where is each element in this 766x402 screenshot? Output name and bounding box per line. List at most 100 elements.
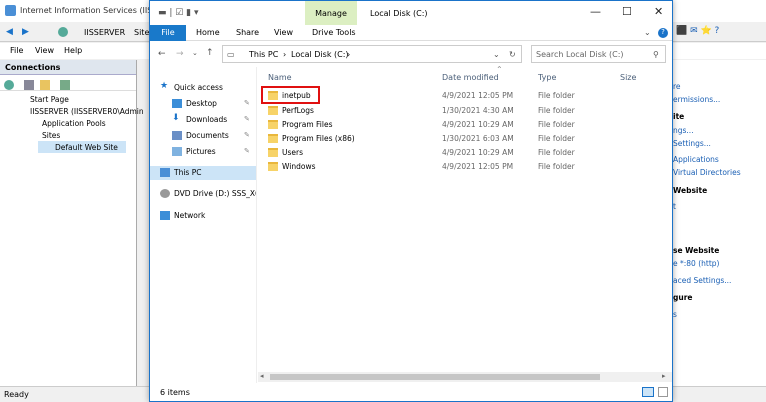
- connections-toolbar[interactable]: [0, 75, 136, 91]
- star-icon: ★: [160, 81, 169, 91]
- ribbon-tab-share[interactable]: Share: [236, 28, 259, 37]
- iis-menu-view[interactable]: View: [35, 46, 54, 55]
- nav-desktop[interactable]: Desktop ✎: [156, 97, 256, 111]
- pin-icon[interactable]: ✎: [244, 115, 250, 123]
- column-type[interactable]: Type: [538, 73, 556, 82]
- connections-header: Connections: [0, 60, 136, 75]
- action-item[interactable]: aced Settings...: [673, 276, 731, 285]
- up-icon[interactable]: ↑: [206, 48, 214, 58]
- connections-pane: Connections Start Page IISSERVER (IISSER…: [0, 60, 144, 386]
- ribbon-tab-home[interactable]: Home: [196, 28, 220, 37]
- file-row[interactable]: Program Files (x86) 1/30/2021 6:03 AM Fi…: [258, 132, 672, 146]
- breadcrumb-this-pc[interactable]: This PC: [249, 50, 278, 59]
- scroll-left-icon[interactable]: ◂: [260, 372, 264, 380]
- nav-label: Pictures: [186, 147, 216, 156]
- connect-icon[interactable]: [4, 80, 14, 90]
- tree-app-pools[interactable]: Application Pools: [42, 119, 106, 128]
- forward-icon[interactable]: ▶: [22, 27, 29, 37]
- nav-documents[interactable]: Documents ✎: [156, 129, 256, 143]
- nav-network[interactable]: Network: [156, 209, 256, 223]
- folder-icon: [268, 134, 278, 143]
- column-name[interactable]: Name: [268, 73, 292, 82]
- file-row[interactable]: PerfLogs 1/30/2021 4:30 AM File folder: [258, 104, 672, 118]
- nav-label: Downloads: [186, 115, 228, 124]
- action-heading: se Website: [673, 246, 720, 255]
- folder-icon[interactable]: [40, 80, 50, 90]
- expand-ribbon-icon[interactable]: ⌄: [644, 28, 651, 37]
- file-date: 4/9/2021 12:05 PM: [442, 162, 514, 171]
- tree-server[interactable]: IISSERVER (IISSERVER0\Admin: [30, 107, 144, 116]
- action-item[interactable]: s: [673, 310, 677, 319]
- save-icon[interactable]: [24, 80, 34, 90]
- refresh-icon[interactable]: ↻: [509, 50, 516, 59]
- tree-sites[interactable]: Sites: [42, 131, 60, 140]
- horizontal-scrollbar[interactable]: ◂ ▸: [258, 372, 672, 382]
- iis-crumb-server[interactable]: IISSERVER: [84, 28, 125, 37]
- action-item[interactable]: t: [673, 202, 676, 211]
- action-item[interactable]: re: [673, 82, 681, 91]
- pin-icon[interactable]: ✎: [244, 99, 250, 107]
- action-item[interactable]: ngs...: [673, 126, 694, 135]
- nav-pictures[interactable]: Pictures ✎: [156, 145, 256, 159]
- action-item[interactable]: Settings...: [673, 139, 711, 148]
- iis-menu-file[interactable]: File: [10, 46, 23, 55]
- pin-icon[interactable]: ✎: [244, 147, 250, 155]
- drive-icon: ▭: [227, 50, 235, 59]
- action-item[interactable]: e *:80 (http): [673, 259, 719, 268]
- nav-label: Network: [174, 211, 206, 220]
- nav-dvd-drive[interactable]: DVD Drive (D:) SSS_X6: [156, 187, 256, 201]
- file-name: Program Files (x86): [282, 134, 355, 143]
- close-icon[interactable]: ✕: [654, 5, 663, 18]
- file-row[interactable]: inetpub 4/9/2021 12:05 PM File folder: [258, 89, 672, 103]
- back-icon[interactable]: ←: [158, 49, 166, 59]
- action-heading: ite: [673, 112, 685, 121]
- nav-this-pc[interactable]: This PC: [150, 166, 256, 180]
- delete-icon[interactable]: [60, 80, 70, 90]
- address-dropdown-icon[interactable]: ⌄: [493, 50, 500, 59]
- file-date: 4/9/2021 10:29 AM: [442, 148, 514, 157]
- column-size[interactable]: Size: [620, 73, 636, 82]
- breadcrumb-local-disk[interactable]: Local Disk (C:): [291, 50, 349, 59]
- file-name: Windows: [282, 162, 316, 171]
- action-item[interactable]: ermissions...: [673, 95, 720, 104]
- nav-downloads[interactable]: ⬇ Downloads ✎: [156, 113, 256, 127]
- nav-label: This PC: [174, 168, 202, 177]
- maximize-icon[interactable]: ☐: [622, 5, 632, 18]
- ribbon-tab-view[interactable]: View: [274, 28, 293, 37]
- address-bar[interactable]: ▭ This PC › Local Disk (C:) › ⌄ ↻: [222, 45, 522, 63]
- tree-start-page[interactable]: Start Page: [30, 95, 69, 104]
- iis-toolbar-icons[interactable]: ⬛ ✉ ⭐ ?: [676, 26, 719, 36]
- action-item[interactable]: Applications: [673, 155, 719, 164]
- details-view-icon[interactable]: [642, 387, 654, 397]
- recent-locations-icon[interactable]: ⌄: [192, 49, 198, 57]
- nav-label: Desktop: [186, 99, 217, 108]
- file-date: 4/9/2021 10:29 AM: [442, 120, 514, 129]
- network-icon: [160, 211, 170, 220]
- help-icon[interactable]: ?: [658, 28, 668, 38]
- explorer-title-bar[interactable]: ▬ | ☑ ▮ ▾ Manage Local Disk (C:) — ☐ ✕: [150, 1, 672, 25]
- ribbon-tab-drive-tools[interactable]: Drive Tools: [312, 28, 356, 37]
- scroll-right-icon[interactable]: ▸: [662, 372, 666, 380]
- iis-title: Internet Information Services (IIS) Ma: [20, 6, 170, 15]
- ribbon-tab-file[interactable]: File: [150, 25, 186, 41]
- manage-tab[interactable]: Manage: [305, 1, 357, 25]
- globe-icon: [58, 27, 68, 37]
- action-item[interactable]: Virtual Directories: [673, 168, 741, 177]
- minimize-icon[interactable]: —: [590, 5, 601, 18]
- large-icons-view-icon[interactable]: [658, 387, 668, 397]
- search-input[interactable]: Search Local Disk (C:): [536, 50, 624, 59]
- folder-icon: [268, 120, 278, 129]
- column-date-modified[interactable]: Date modified: [442, 73, 499, 82]
- nav-quick-access[interactable]: ★ Quick access: [156, 81, 256, 95]
- pin-icon[interactable]: ✎: [244, 131, 250, 139]
- forward-icon[interactable]: →: [176, 49, 184, 59]
- iis-menu-help[interactable]: Help: [64, 46, 82, 55]
- tree-default-web-site[interactable]: Default Web Site: [55, 143, 118, 152]
- back-icon[interactable]: ◀: [6, 27, 13, 37]
- file-row[interactable]: Windows 4/9/2021 12:05 PM File folder: [258, 160, 672, 174]
- quick-access-toolbar[interactable]: ▬ | ☑ ▮ ▾: [158, 8, 199, 18]
- file-row[interactable]: Program Files 4/9/2021 10:29 AM File fol…: [258, 118, 672, 132]
- file-row[interactable]: Users 4/9/2021 10:29 AM File folder: [258, 146, 672, 160]
- search-box[interactable]: Search Local Disk (C:) ⚲: [531, 45, 666, 63]
- scrollbar-thumb[interactable]: [270, 374, 600, 380]
